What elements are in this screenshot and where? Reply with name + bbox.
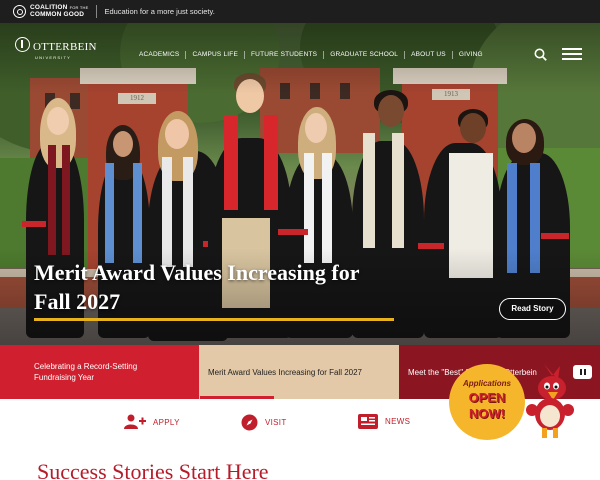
coalition-wordmark: COALITION FOR THE COMMON GOOD: [30, 4, 89, 18]
hero-banner: 1912 1913 Merit Award Values: [0, 23, 600, 345]
coalition-bar: COALITION FOR THE COMMON GOOD Education …: [0, 0, 600, 23]
main-navigation: OTTERBEIN UNIVERSITY ACADEMICS CAMPUS LI…: [0, 23, 600, 71]
nav-item-academics[interactable]: ACADEMICS: [133, 51, 185, 59]
coalition-tagline: Education for a more just society.: [104, 7, 215, 16]
nav-item-about-us[interactable]: ABOUT US: [404, 51, 452, 59]
person-plus-icon: [124, 414, 146, 429]
nav-menu: ACADEMICS CAMPUS LIFE FUTURE STUDENTS GR…: [133, 51, 489, 59]
nav-item-future-students[interactable]: FUTURE STUDENTS: [244, 51, 323, 59]
nav-item-graduate-school[interactable]: GRADUATE SCHOOL: [323, 51, 404, 59]
headline-underline: [34, 318, 394, 321]
section-title: Success Stories Start Here: [37, 459, 269, 480]
search-icon[interactable]: [534, 48, 547, 61]
news-link[interactable]: NEWS: [358, 414, 410, 429]
coalition-logo[interactable]: COALITION FOR THE COMMON GOOD: [13, 4, 89, 18]
topbar-divider: [96, 5, 98, 18]
tab-progress-bar: [200, 396, 274, 399]
otterbein-crest-icon: [15, 37, 30, 52]
nav-item-giving[interactable]: GIVING: [451, 51, 489, 59]
tab-fundraising-story[interactable]: Celebrating a Record-Setting Fundraising…: [0, 345, 199, 399]
applications-open-badge[interactable]: Applications OPEN NOW!: [449, 364, 525, 440]
tab-merit-award-story[interactable]: Merit Award Values Increasing for Fall 2…: [199, 345, 399, 399]
logo-wordmark: OTTERBEIN UNIVERSITY: [33, 41, 97, 61]
hero-headline[interactable]: Merit Award Values Increasing for Fall 2…: [34, 258, 374, 316]
apply-link[interactable]: APPLY: [124, 414, 180, 430]
read-story-button[interactable]: Read Story: [499, 298, 566, 320]
newspaper-icon: [358, 414, 378, 429]
nav-item-campus-life[interactable]: CAMPUS LIFE: [185, 51, 244, 59]
compass-icon: [241, 414, 258, 431]
otterbein-logo[interactable]: OTTERBEIN UNIVERSITY: [15, 37, 97, 60]
visit-link[interactable]: VISIT: [241, 414, 287, 431]
coalition-mark-icon: [13, 5, 26, 18]
hamburger-menu-icon[interactable]: [562, 48, 582, 61]
cardinal-mascot-icon: [526, 364, 574, 438]
